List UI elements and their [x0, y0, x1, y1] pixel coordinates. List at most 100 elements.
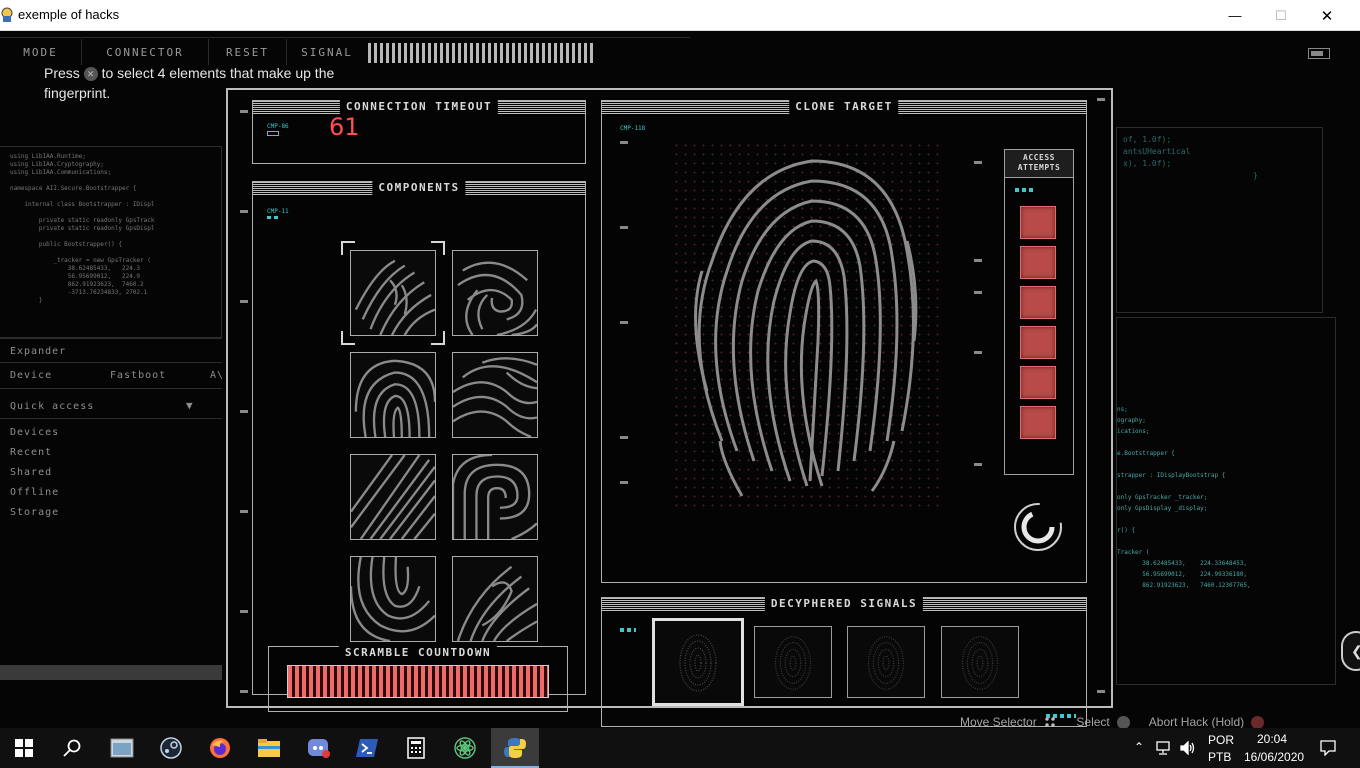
- sidebar-item-devices[interactable]: Devices: [10, 427, 59, 438]
- fingerprint-fragment-icon: [354, 259, 435, 335]
- sidebar-expander[interactable]: Expander: [10, 346, 66, 357]
- minimize-icon: —: [1228, 8, 1242, 23]
- language-bottom[interactable]: PTB: [1208, 750, 1231, 764]
- sidebar-scrollbar[interactable]: [0, 665, 222, 680]
- chevron-down-icon[interactable]: ▼: [186, 399, 194, 412]
- minimize-button[interactable]: —: [1212, 0, 1258, 31]
- powershell-icon: [356, 739, 378, 757]
- fingerprint-signal-icon: [867, 636, 905, 690]
- sidebar-quick-access[interactable]: Quick access: [10, 401, 94, 412]
- timeout-value: 61: [329, 113, 360, 141]
- taskbar-app-explorer-window[interactable]: [98, 728, 146, 768]
- network-icon[interactable]: [1156, 741, 1174, 755]
- sidebar-fastboot[interactable]: Fastboot: [110, 370, 166, 381]
- notifications-icon[interactable]: [1320, 740, 1336, 756]
- taskbar-app-python[interactable]: [491, 728, 539, 768]
- taskbar-app-calculator[interactable]: [392, 728, 440, 768]
- taskbar-app-powershell[interactable]: [343, 728, 391, 768]
- signal-strength-bars: [368, 43, 596, 63]
- taskbar: ⌃ POR PTB 20:04 16/06/2020: [0, 728, 1360, 768]
- components-tag: CMP-11: [267, 208, 289, 215]
- search-icon: [63, 739, 81, 757]
- sidebar-item-storage[interactable]: Storage: [10, 507, 59, 518]
- window-titlebar: exemple of hacks — ☐ ✕: [0, 0, 1360, 31]
- component-tile[interactable]: [452, 454, 538, 540]
- windows-start-icon: [15, 739, 33, 757]
- taskbar-app-file-explorer[interactable]: [245, 728, 293, 768]
- decyphered-signals-panel: DECYPHERED SIGNALS: [601, 596, 1087, 727]
- code-pane: using LibIAA.Runtime; using LibIAA.Crypt…: [0, 146, 222, 338]
- fingerprint-fragment-icon: [351, 455, 435, 539]
- component-tile[interactable]: [452, 352, 538, 438]
- firefox-icon: [210, 738, 230, 758]
- signal-slot[interactable]: [652, 618, 744, 706]
- sidebar-fastboot-suffix: A\: [210, 370, 225, 381]
- language-top[interactable]: POR: [1208, 733, 1234, 747]
- close-icon: ✕: [1320, 7, 1334, 25]
- sidebar: Expander Device Fastboot A\ Quick access…: [0, 338, 225, 681]
- component-tile[interactable]: [350, 556, 436, 642]
- python-app-icon: [1, 7, 13, 22]
- clock-time[interactable]: 20:04: [1257, 732, 1287, 746]
- fingerprint-signal-icon: [961, 636, 999, 690]
- explorer-window-icon: [110, 738, 134, 758]
- sidebar-item-offline[interactable]: Offline: [10, 487, 59, 498]
- signal-slot[interactable]: [941, 626, 1019, 698]
- chevron-up-icon[interactable]: ⌃: [1134, 740, 1144, 754]
- signal-slot[interactable]: [754, 626, 832, 698]
- tab-reset[interactable]: RESET: [209, 39, 287, 65]
- sidebar-device[interactable]: Device: [10, 370, 52, 381]
- volume-icon[interactable]: [1180, 741, 1196, 755]
- timeout-squares-icon: [267, 131, 279, 136]
- access-attempts-title-line1: ACCESS: [1023, 153, 1055, 162]
- close-button[interactable]: ✕: [1304, 0, 1350, 31]
- component-tile[interactable]: [350, 250, 436, 336]
- window-title: exemple of hacks: [18, 7, 120, 22]
- components-title: COMPONENTS: [372, 180, 466, 196]
- start-button[interactable]: [0, 728, 48, 768]
- decyphered-signals-title: DECYPHERED SIGNALS: [764, 596, 924, 612]
- access-attempt-slot: [1020, 366, 1056, 399]
- taskbar-app-atom[interactable]: [441, 728, 489, 768]
- access-attempts-panel: ACCESS ATTEMPTS: [1004, 149, 1074, 475]
- cross-button-icon: [1117, 716, 1131, 728]
- fingerprint-signal-icon: [774, 636, 812, 690]
- signal-slot[interactable]: [847, 626, 925, 698]
- component-tile[interactable]: [350, 454, 436, 540]
- sidebar-item-recent[interactable]: Recent: [10, 447, 52, 458]
- system-tray: ⌃ POR PTB 20:04 16/06/2020: [1130, 728, 1360, 768]
- taskbar-search[interactable]: [48, 728, 96, 768]
- access-attempt-slot: [1020, 246, 1056, 279]
- components-dots-icon: [267, 216, 279, 219]
- clock-date[interactable]: 16/06/2020: [1244, 750, 1304, 764]
- fingerprint-fragment-icon: [354, 359, 435, 437]
- clone-target-title: CLONE TARGET: [789, 99, 899, 115]
- taskbar-app-firefox[interactable]: [196, 728, 244, 768]
- component-tile[interactable]: [350, 352, 436, 438]
- chevron-left-icon[interactable]: ❮: [1341, 631, 1360, 671]
- tab-signal[interactable]: SIGNAL: [287, 39, 367, 65]
- abort-hack-label: Abort Hack (Hold): [1148, 715, 1245, 728]
- sidebar-item-shared[interactable]: Shared: [10, 467, 52, 478]
- steam-icon: [160, 737, 182, 759]
- tab-mode[interactable]: MODE: [0, 39, 82, 65]
- fingerprint-fragment-icon: [457, 261, 537, 335]
- taskbar-app-steam[interactable]: [147, 728, 195, 768]
- clone-target-panel: CLONE TARGET CMP-118 ACCESS ATTEMPTS: [601, 99, 1087, 583]
- loading-spinner-icon: [1014, 503, 1062, 551]
- move-selector-label: Move Selector: [960, 715, 1037, 728]
- hint-prefix: Press: [44, 65, 80, 81]
- taskbar-app-discord[interactable]: [295, 728, 343, 768]
- discord-icon: [308, 739, 330, 758]
- components-panel: COMPONENTS CMP-11: [252, 180, 586, 695]
- component-tile[interactable]: [452, 556, 538, 642]
- timeout-tag: CMP-86: [267, 123, 289, 130]
- access-attempts-title-line2: ATTEMPTS: [1017, 163, 1061, 172]
- maximize-icon: ☐: [1275, 7, 1287, 23]
- scramble-countdown-panel: SCRAMBLE COUNTDOWN: [268, 645, 568, 712]
- maximize-button[interactable]: ☐: [1258, 0, 1304, 31]
- game-viewport: MODE CONNECTOR RESET SIGNAL using LibIAA…: [0, 31, 1360, 728]
- tab-connector[interactable]: CONNECTOR: [82, 39, 209, 65]
- fingerprint-fragment-icon: [351, 557, 435, 641]
- component-tile[interactable]: [452, 250, 538, 336]
